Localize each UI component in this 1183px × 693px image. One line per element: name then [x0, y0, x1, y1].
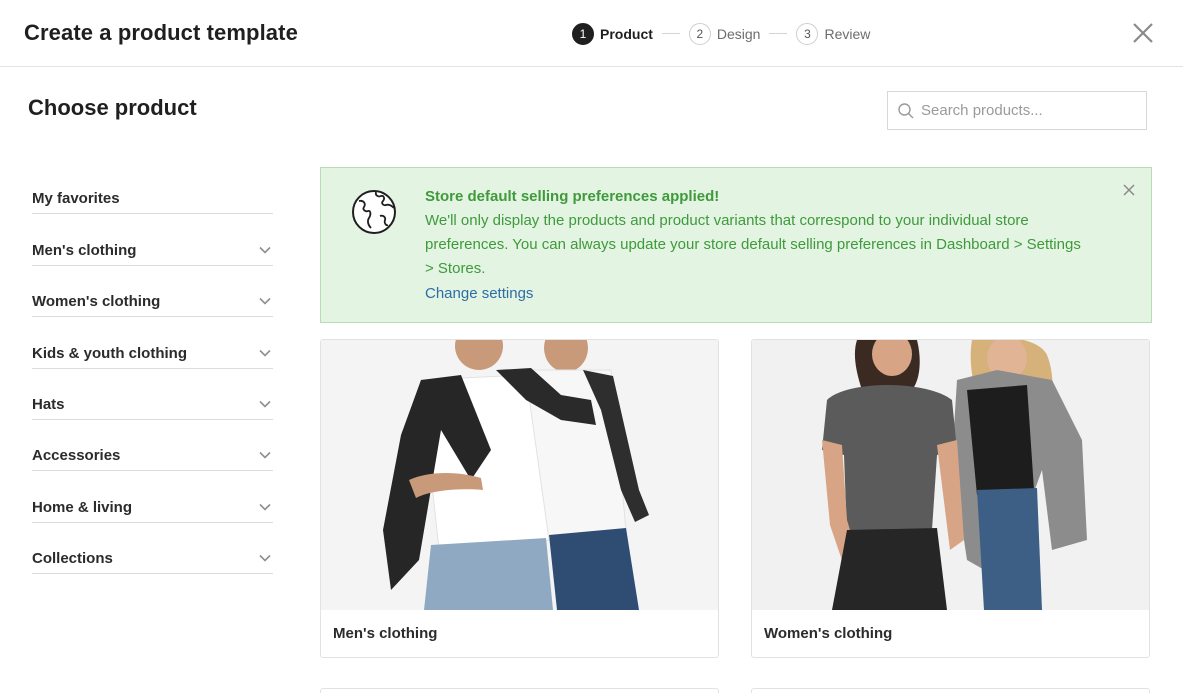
step-review[interactable]: 3 Review — [796, 22, 871, 45]
close-button[interactable] — [1130, 20, 1156, 46]
mens-clothing-photo — [321, 340, 718, 610]
chevron-down-icon — [259, 503, 271, 511]
header: Create a product template 1 Product 2 De… — [0, 0, 1183, 67]
sidebar-item-accessories[interactable]: Accessories — [32, 420, 273, 472]
step-product[interactable]: 1 Product — [572, 22, 653, 45]
sidebar-item-home-living[interactable]: Home & living — [32, 471, 273, 523]
chevron-down-icon — [259, 349, 271, 357]
sidebar-item-label: Women's clothing — [32, 293, 161, 311]
sidebar-item-collections[interactable]: Collections — [32, 523, 273, 575]
step-number: 1 — [572, 22, 594, 45]
product-card-label: Men's clothing — [333, 625, 438, 642]
sidebar-item-label: Hats — [32, 395, 65, 413]
sidebar-item-label: Men's clothing — [32, 241, 137, 259]
notice-title: Store default selling preferences applie… — [425, 188, 720, 205]
chevron-down-icon — [259, 298, 271, 305]
sidebar-item-mens-clothing[interactable]: Men's clothing — [32, 214, 273, 266]
sidebar-item-label: Collections — [32, 550, 113, 568]
step-number: 3 — [796, 22, 819, 45]
close-icon — [1133, 23, 1153, 43]
product-card-womens-clothing[interactable]: Women's clothing — [751, 339, 1150, 658]
chevron-down-icon — [259, 400, 271, 408]
close-icon — [1123, 184, 1135, 196]
chevron-down-icon — [259, 452, 271, 459]
step-label: Design — [716, 25, 761, 42]
sidebar-item-label: Accessories — [32, 447, 121, 465]
step-separator — [769, 33, 788, 34]
stepper: 1 Product 2 Design 3 Review — [572, 22, 870, 45]
step-label: Product — [600, 25, 653, 42]
womens-clothing-photo — [752, 340, 1149, 610]
step-label: Review — [824, 25, 871, 42]
step-number: 2 — [688, 22, 711, 45]
globe-icon — [352, 190, 396, 234]
sidebar-item-label: My favorites — [32, 190, 120, 208]
notice-body: We'll only display the products and prod… — [425, 212, 1081, 277]
category-sidebar: My favorites Men's clothing Women's clot… — [32, 163, 273, 575]
product-image — [321, 340, 718, 610]
step-separator — [661, 33, 680, 34]
product-card-label: Women's clothing — [764, 625, 893, 642]
chevron-down-icon — [259, 246, 271, 254]
sidebar-item-label: Kids & youth clothing — [32, 344, 187, 362]
sidebar-item-label: Home & living — [32, 498, 133, 516]
product-card-partial[interactable] — [320, 688, 719, 693]
product-card-mens-clothing[interactable]: Men's clothing — [320, 339, 719, 658]
notice-close-button[interactable] — [1121, 182, 1137, 198]
sidebar-item-kids-youth-clothing[interactable]: Kids & youth clothing — [32, 317, 273, 369]
product-card-partial[interactable] — [751, 688, 1150, 693]
step-design[interactable]: 2 Design — [688, 22, 761, 45]
search-icon — [898, 102, 914, 118]
app-title: Create a product template — [24, 20, 298, 45]
search-box[interactable] — [887, 91, 1147, 130]
sidebar-item-my-favorites[interactable]: My favorites — [32, 163, 273, 215]
change-settings-link[interactable]: Change settings — [425, 285, 533, 302]
sidebar-item-womens-clothing[interactable]: Women's clothing — [32, 266, 273, 318]
chevron-down-icon — [259, 555, 271, 562]
sidebar-item-hats[interactable]: Hats — [32, 369, 273, 420]
product-image — [752, 340, 1149, 610]
page-title: Choose product — [28, 95, 197, 120]
selling-preferences-notice: Store default selling preferences applie… — [320, 167, 1152, 323]
search-input[interactable] — [921, 102, 1141, 119]
